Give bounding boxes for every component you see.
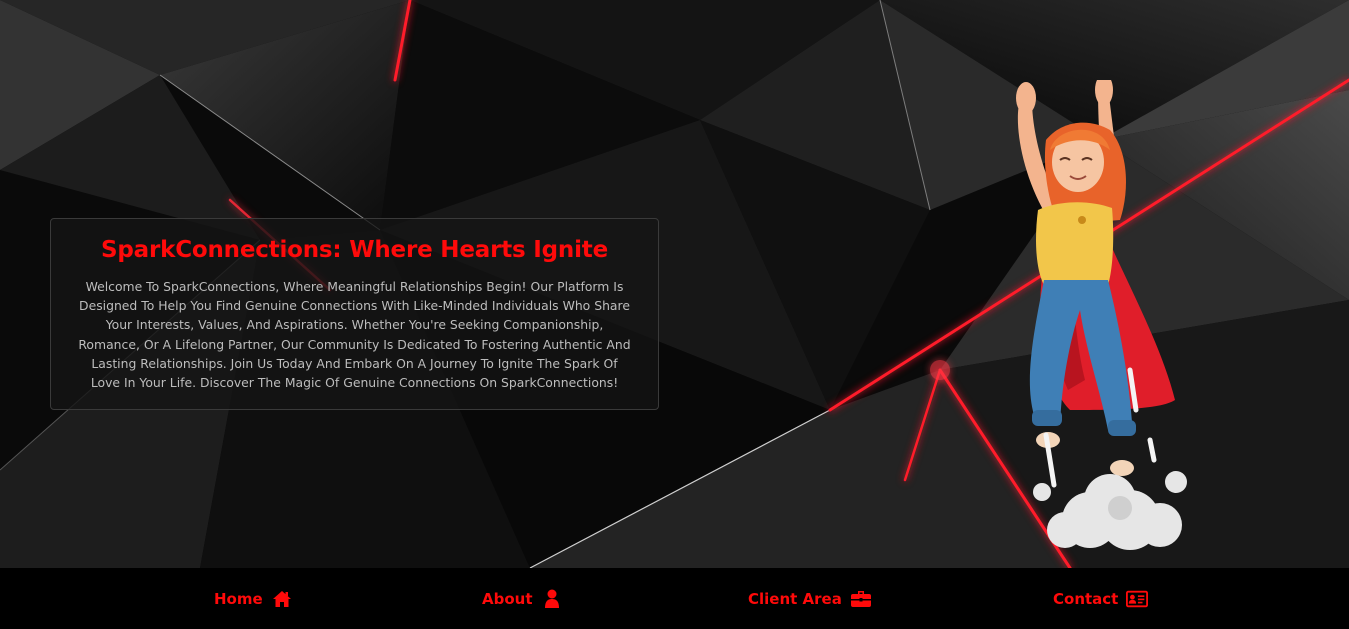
contact-card-icon (1126, 589, 1149, 609)
superhero-girl-illustration (1016, 80, 1187, 550)
hero-title: SparkConnections: Where Hearts Ignite (101, 237, 608, 263)
hero-section: SparkConnections: Where Hearts Ignite We… (0, 0, 1349, 568)
bottom-navigation: Home About Client Area Contact (0, 568, 1349, 629)
nav-about-link[interactable]: About (482, 568, 563, 629)
nav-client-area-link[interactable]: Client Area (748, 568, 872, 629)
hero-description: Welcome To SparkConnections, Where Meani… (78, 279, 631, 391)
home-icon (271, 589, 293, 609)
nav-home-link[interactable]: Home (214, 568, 293, 629)
nav-contact-link[interactable]: Contact (1053, 568, 1149, 629)
page: SparkConnections: Where Hearts Ignite We… (0, 0, 1349, 629)
user-icon (541, 589, 563, 609)
briefcase-icon (850, 589, 872, 609)
nav-contact-label: Contact (1053, 589, 1119, 608)
hero-card: SparkConnections: Where Hearts Ignite We… (50, 218, 659, 410)
nav-about-label: About (482, 589, 533, 608)
nav-home-label: Home (214, 589, 263, 608)
nav-client-area-label: Client Area (748, 589, 842, 608)
